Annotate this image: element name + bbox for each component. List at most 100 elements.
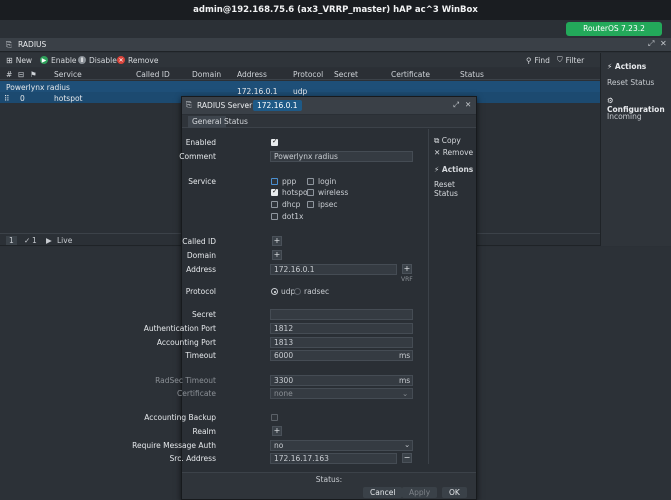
col-secret[interactable]: Secret: [334, 70, 358, 79]
certificate-label: Certificate: [177, 389, 216, 398]
dialog-path: 172.16.0.1: [253, 100, 302, 111]
ok-button[interactable]: OK: [442, 487, 467, 498]
upgrade-badge[interactable]: RouterOS 7.23.2 available: [566, 22, 662, 47]
radsec-timeout-label: RadSec Timeout: [155, 376, 216, 385]
enable-button[interactable]: ▶ Enable: [40, 55, 77, 65]
acct-backup-label: Accounting Backup: [144, 413, 216, 422]
acct-port-input[interactable]: 1813: [270, 337, 413, 348]
filter-button[interactable]: ⛉ Filter: [557, 55, 584, 65]
add-called-id-button[interactable]: +: [272, 236, 282, 246]
enable-label: Enable: [51, 55, 77, 65]
remove-src-address-button[interactable]: −: [402, 453, 412, 463]
vrf-label: VRF: [401, 276, 413, 283]
src-address-input[interactable]: 172.16.17.163: [270, 453, 397, 464]
realm-label: Realm: [192, 427, 216, 436]
add-domain-button[interactable]: +: [272, 250, 282, 260]
protocol-udp-radio[interactable]: [271, 288, 278, 295]
acct-backup-checkbox[interactable]: [271, 414, 278, 421]
col-certificate[interactable]: Certificate: [391, 70, 430, 79]
apply-button[interactable]: Apply: [402, 487, 438, 498]
reset-status-action[interactable]: Reset Status: [434, 180, 476, 198]
service-ipsec-label: ipsec: [318, 200, 338, 209]
reset-status-action[interactable]: Reset Status: [607, 78, 654, 87]
service-ppp-checkbox[interactable]: [271, 178, 278, 185]
secret-input[interactable]: [270, 309, 413, 320]
find-button[interactable]: ⚲ Find: [526, 55, 550, 65]
live-label[interactable]: Live: [57, 236, 72, 245]
col-domain[interactable]: Domain: [192, 70, 221, 79]
col-address[interactable]: Address: [237, 70, 267, 79]
remove-action[interactable]: ✕ Remove: [434, 148, 473, 157]
filter-label: Filter: [565, 55, 585, 65]
incoming-item[interactable]: Incoming: [607, 112, 642, 121]
copy-label: Copy: [441, 136, 461, 145]
dialog-footer: Status: Cancel Apply OK: [182, 472, 476, 499]
service-hotspot-checkbox[interactable]: [271, 187, 278, 196]
new-icon: ⊞: [6, 55, 13, 65]
service-ipsec-checkbox[interactable]: [307, 201, 314, 208]
col-service[interactable]: Service: [54, 70, 82, 79]
radius-window-titlebar: ⎘ RADIUS ⤢ ✕: [0, 38, 671, 52]
src-address-label: Src. Address: [169, 454, 216, 463]
timeout-input[interactable]: 6000: [270, 350, 413, 361]
expand-icon[interactable]: ⤢: [453, 100, 459, 110]
comment-input[interactable]: Powerlynx radius: [270, 151, 413, 162]
cancel-button[interactable]: Cancel: [363, 487, 403, 498]
live-icon[interactable]: ▶: [46, 236, 52, 245]
service-dhcp-checkbox[interactable]: [271, 201, 278, 208]
close-icon[interactable]: ✕: [465, 100, 471, 109]
service-login-checkbox[interactable]: [307, 178, 314, 185]
require-msg-auth-select[interactable]: no: [270, 440, 413, 451]
service-wireless-checkbox[interactable]: [307, 189, 314, 196]
remove-icon: ✕: [117, 56, 125, 64]
col-called-id[interactable]: Called ID: [136, 70, 170, 79]
acct-port-label: Accounting Port: [156, 338, 216, 347]
radsec-timeout-input[interactable]: 3300: [270, 375, 413, 386]
col-status[interactable]: Status: [460, 70, 484, 79]
new-button[interactable]: ⊞ New: [6, 55, 32, 65]
dialog-titlebar: ⎘ RADIUS Server › 172.16.0.1 ⤢ ✕: [182, 97, 476, 114]
table-header: # ⊟ ⚑ Service Called ID Domain Address P…: [0, 68, 600, 80]
address-input[interactable]: 172.16.0.1: [270, 264, 397, 275]
protocol-label: Protocol: [185, 287, 216, 296]
close-icon[interactable]: ✕: [660, 39, 667, 48]
row-service: hotspot: [54, 93, 83, 103]
called-id-label: Called ID: [182, 237, 216, 246]
actions-header-label: Actions: [614, 62, 647, 71]
dialog-icon: ⎘: [186, 100, 192, 109]
add-address-button[interactable]: +: [402, 264, 412, 274]
selected-check-icon: ✓: [24, 236, 31, 245]
row-address: 172.16.0.1: [237, 87, 278, 96]
service-dot1x-checkbox[interactable]: [271, 213, 278, 220]
drag-handle-icon[interactable]: ⠿: [4, 94, 10, 103]
certificate-select[interactable]: none: [270, 388, 413, 399]
protocol-radsec-radio[interactable]: [294, 288, 301, 295]
app-title-bar: admin@192.168.75.6 (ax3_VRRP_master) hAP…: [0, 0, 671, 20]
remove-button[interactable]: ✕ Remove: [117, 55, 158, 65]
comment-col-icon[interactable]: ⊟: [18, 70, 24, 79]
chevron-down-icon: ⌄: [402, 389, 409, 398]
actions-icon: ⚡: [607, 62, 613, 71]
disable-button[interactable]: Ⅱ Disable: [78, 55, 117, 65]
service-label: Service: [188, 177, 216, 186]
chevron-right-icon: ›: [246, 100, 249, 109]
flag-col-icon[interactable]: ⚑: [30, 70, 37, 79]
window-icon: ⎘: [6, 40, 12, 49]
copy-action[interactable]: ⧉ Copy: [434, 136, 461, 146]
domain-label: Domain: [186, 251, 216, 260]
col-number[interactable]: #: [6, 70, 12, 79]
add-realm-button[interactable]: +: [272, 426, 282, 436]
row-protocol: udp: [293, 87, 308, 96]
side-panel: ⚡ Actions Reset Status ⚙ Configuration I…: [600, 53, 671, 246]
enabled-label: Enabled: [185, 138, 216, 147]
timeout-label: Timeout: [185, 351, 216, 360]
tab-status[interactable]: Status: [220, 116, 252, 128]
service-dot1x-label: dot1x: [282, 212, 304, 221]
selected-count: 1: [32, 236, 37, 245]
service-dhcp-label: dhcp: [282, 200, 301, 209]
auth-port-input[interactable]: 1812: [270, 323, 413, 334]
timeout-unit: ms: [399, 351, 411, 360]
enabled-checkbox[interactable]: [271, 137, 278, 146]
col-protocol[interactable]: Protocol: [293, 70, 323, 79]
expand-icon[interactable]: ⤢: [648, 39, 654, 49]
